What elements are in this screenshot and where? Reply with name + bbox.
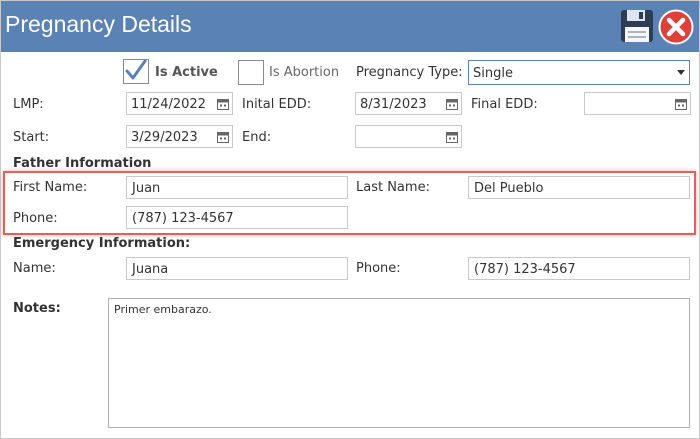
- end-label: End:: [242, 130, 272, 145]
- start-date-picker[interactable]: 3/29/2023: [126, 125, 233, 148]
- notes-label: Notes:: [13, 301, 61, 316]
- father-first-name-label: First Name:: [13, 180, 88, 195]
- calendar-icon[interactable]: [446, 98, 458, 110]
- close-circle-icon: [658, 9, 694, 45]
- is-active-label: Is Active: [155, 65, 218, 80]
- notes-textarea[interactable]: Primer embarazo.: [108, 298, 690, 428]
- emergency-phone-input[interactable]: (787) 123-4567: [468, 257, 690, 280]
- is-abortion-label: Is Abortion: [269, 65, 340, 80]
- save-button[interactable]: [619, 8, 655, 44]
- father-phone-label: Phone:: [13, 211, 58, 226]
- pregnancy-type-value: Single: [473, 66, 513, 81]
- father-last-name-label: Last Name:: [356, 180, 430, 195]
- final-edd-date-picker[interactable]: [584, 92, 691, 115]
- title-bar: Pregnancy Details: [1, 1, 699, 52]
- lmp-value: 11/24/2022: [131, 97, 206, 112]
- initial-edd-value: 8/31/2023: [360, 97, 427, 112]
- initial-edd-date-picker[interactable]: 8/31/2023: [355, 92, 462, 115]
- pregnancy-type-select[interactable]: Single: [468, 60, 690, 85]
- close-button[interactable]: [658, 9, 694, 45]
- calendar-icon[interactable]: [217, 131, 229, 143]
- final-edd-label: Final EDD:: [471, 97, 538, 112]
- start-label: Start:: [13, 130, 50, 145]
- emergency-information-heading: Emergency Information:: [13, 236, 191, 251]
- initial-edd-label: Inital EDD:: [242, 97, 312, 112]
- end-date-picker[interactable]: [355, 125, 462, 148]
- pregnancy-details-window: Pregnancy Details Is Active Is Abortion: [0, 0, 700, 439]
- checkmark-icon: [125, 59, 147, 80]
- lmp-label: LMP:: [13, 97, 44, 112]
- father-last-name-input[interactable]: Del Pueblo: [468, 176, 690, 199]
- father-first-name-input[interactable]: Juan: [126, 176, 348, 199]
- is-abortion-checkbox[interactable]: [238, 60, 264, 85]
- floppy-disk-icon: [621, 10, 653, 42]
- emergency-name-input[interactable]: Juana: [126, 257, 348, 280]
- father-phone-input[interactable]: (787) 123-4567: [126, 206, 348, 229]
- chevron-down-icon: [677, 70, 685, 75]
- calendar-icon[interactable]: [446, 131, 458, 143]
- calendar-icon[interactable]: [217, 98, 229, 110]
- lmp-date-picker[interactable]: 11/24/2022: [126, 92, 233, 115]
- calendar-icon[interactable]: [675, 98, 687, 110]
- father-information-heading: Father Information: [13, 156, 152, 171]
- start-value: 3/29/2023: [131, 130, 198, 145]
- emergency-phone-label: Phone:: [356, 261, 401, 276]
- window-title: Pregnancy Details: [5, 11, 192, 37]
- is-active-checkbox[interactable]: [123, 59, 149, 84]
- pregnancy-type-label: Pregnancy Type:: [356, 65, 463, 80]
- emergency-name-label: Name:: [13, 261, 56, 276]
